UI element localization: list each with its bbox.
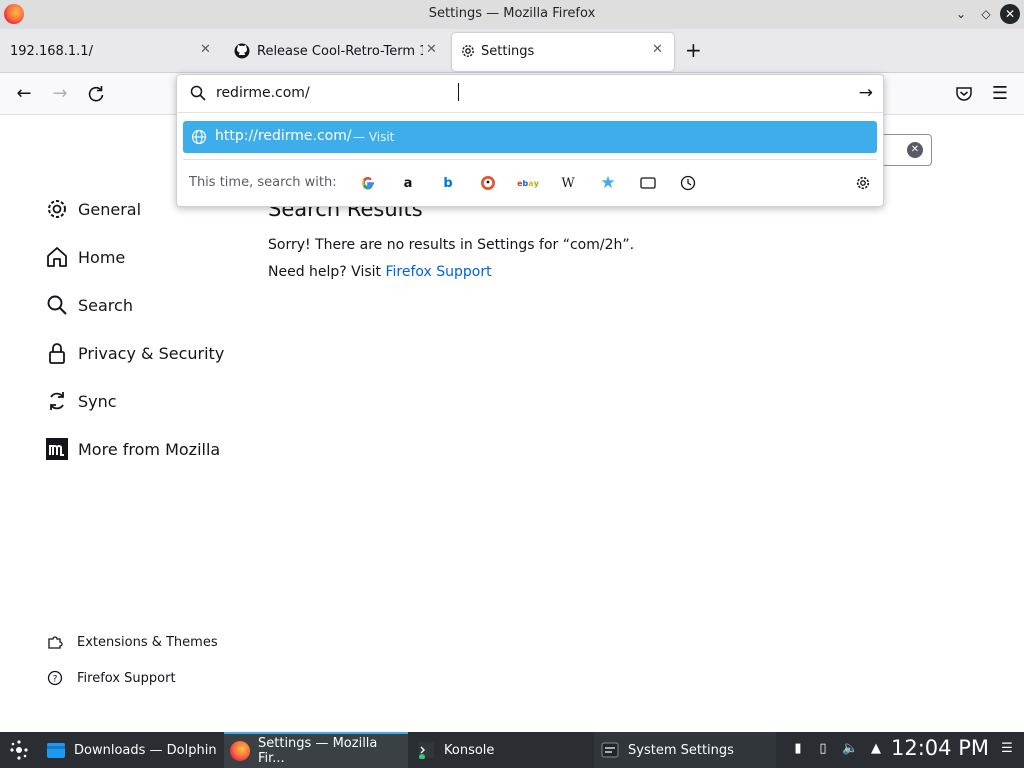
- urlbar-input[interactable]: redirme.com/: [216, 85, 310, 101]
- tab-label: Release Cool-Retro-Term 1: [257, 44, 423, 59]
- lock-icon: [44, 340, 70, 366]
- sidebar-item-home[interactable]: Home: [44, 242, 125, 272]
- clock[interactable]: 12:04 PM: [891, 736, 989, 760]
- reload-button[interactable]: [86, 84, 106, 104]
- sidebar-firefox-support[interactable]: ? Firefox Support: [46, 667, 176, 689]
- ebay-icon[interactable]: ebay: [517, 174, 539, 192]
- new-tab-button[interactable]: +: [685, 38, 702, 62]
- help-icon: ?: [46, 669, 64, 687]
- help-prefix: Need help? Visit: [268, 264, 386, 280]
- task-label: Settings — Mozilla Fir...: [258, 736, 378, 766]
- divider: [183, 159, 877, 160]
- tab-label: 192.168.1.1/: [10, 44, 93, 59]
- sync-icon: [44, 388, 70, 414]
- firefox-icon: [230, 741, 250, 761]
- tab-close-icon[interactable]: ✕: [200, 42, 211, 57]
- mozilla-icon: [44, 436, 70, 462]
- wikipedia-icon[interactable]: W: [559, 174, 577, 192]
- sidebar-item-label: Privacy & Security: [78, 343, 225, 363]
- suggestion-action: — Visit: [353, 130, 395, 144]
- terminal-icon: [416, 740, 436, 760]
- close-window-button[interactable]: ✕: [1000, 4, 1020, 24]
- sidebar-item-label: Home: [78, 247, 126, 267]
- text-cursor: [458, 83, 459, 101]
- maximize-icon[interactable]: ◇: [977, 5, 995, 23]
- tabs-icon[interactable]: [639, 174, 657, 192]
- tab-settings[interactable]: Settings ✕: [452, 33, 674, 71]
- sidebar-item-more-mozilla[interactable]: More from Mozilla: [44, 434, 220, 464]
- app-launcher-button[interactable]: [0, 732, 38, 768]
- window-title: Settings — Mozilla Firefox: [428, 6, 596, 21]
- sidebar-item-label: Sync: [78, 391, 117, 411]
- amazon-icon[interactable]: a: [399, 174, 417, 192]
- home-icon: [44, 244, 70, 270]
- url-suggestion-row[interactable]: http://redirme.com/ — Visit: [183, 121, 877, 153]
- sidebar-item-search[interactable]: Search: [44, 290, 133, 320]
- search-engines-label: This time, search with:: [189, 175, 337, 190]
- clear-search-icon[interactable]: ✕: [907, 142, 923, 158]
- help-message: Need help? Visit Firefox Support: [268, 264, 492, 280]
- urlbar-popup: redirme.com/ → http://redirme.com/ — Vis…: [176, 74, 884, 207]
- tab-strip: 192.168.1.1/ ✕ Release Cool-Retro-Term 1…: [0, 29, 1024, 73]
- sidebar-item-privacy[interactable]: Privacy & Security: [44, 338, 224, 368]
- search-icon: [44, 292, 70, 318]
- back-button[interactable]: ←: [13, 83, 35, 105]
- forward-button[interactable]: →: [49, 83, 71, 105]
- task-konsole[interactable]: Konsole: [410, 732, 590, 768]
- panel-menu-icon[interactable]: ☰: [999, 741, 1015, 759]
- kde-launcher-icon: [10, 740, 28, 760]
- minimize-icon[interactable]: ⌄: [952, 5, 970, 23]
- duckduckgo-icon[interactable]: [479, 174, 497, 192]
- svg-text:?: ?: [53, 675, 58, 685]
- google-icon[interactable]: [359, 174, 377, 192]
- tab-router[interactable]: 192.168.1.1/ ✕: [0, 33, 222, 71]
- window-titlebar: Settings — Mozilla Firefox ⌄ ◇ ✕: [0, 0, 1024, 29]
- suggestion-url: http://redirme.com/: [215, 128, 352, 144]
- task-label: Konsole: [444, 742, 495, 758]
- go-arrow-button[interactable]: →: [859, 83, 873, 103]
- puzzle-icon: [46, 633, 64, 651]
- sidebar-item-sync[interactable]: Sync: [44, 386, 117, 416]
- history-clock-icon[interactable]: [679, 174, 697, 192]
- taskbar: Downloads — Dolphin Settings — Mozilla F…: [0, 732, 1024, 768]
- tab-close-icon[interactable]: ✕: [426, 42, 437, 57]
- no-results-message: Sorry! There are no results in Settings …: [268, 237, 635, 253]
- sidebar-item-label: More from Mozilla: [78, 439, 221, 459]
- pocket-icon[interactable]: [955, 85, 973, 103]
- globe-icon: [191, 129, 207, 145]
- sidebar-item-label: General: [78, 199, 142, 219]
- task-firefox[interactable]: Settings — Mozilla Fir...: [224, 732, 408, 768]
- footer-item-label: Firefox Support: [77, 670, 176, 686]
- gear-icon: [44, 196, 70, 222]
- search-icon: [190, 85, 206, 101]
- firefox-support-link[interactable]: Firefox Support: [385, 264, 491, 280]
- gear-icon: [462, 45, 474, 57]
- tab-close-icon[interactable]: ✕: [652, 42, 663, 57]
- task-system-settings[interactable]: System Settings: [594, 732, 776, 768]
- tab-label: Settings: [481, 44, 535, 59]
- hamburger-menu-icon[interactable]: ☰: [989, 83, 1011, 105]
- bookmarks-star-icon[interactable]: ★: [599, 173, 617, 193]
- folder-icon: [46, 740, 66, 760]
- tab-github[interactable]: Release Cool-Retro-Term 1 ✕: [226, 33, 448, 71]
- task-label: System Settings: [628, 742, 734, 758]
- usb-device-icon[interactable]: ▮: [790, 741, 806, 759]
- bing-icon[interactable]: b: [439, 174, 457, 192]
- footer-item-label: Extensions & Themes: [77, 634, 218, 650]
- clipboard-icon[interactable]: ▯: [815, 741, 831, 759]
- sidebar-item-general[interactable]: General: [44, 194, 141, 224]
- volume-icon[interactable]: 🔈: [842, 741, 858, 759]
- sidebar-extensions-themes[interactable]: Extensions & Themes: [46, 631, 218, 653]
- urlbar-input-row[interactable]: redirme.com/ →: [177, 75, 883, 113]
- sidebar-item-label: Search: [78, 295, 133, 315]
- system-settings-icon: [600, 740, 620, 760]
- search-settings-gear-icon[interactable]: [854, 174, 872, 192]
- task-label: Downloads — Dolphin: [74, 742, 217, 758]
- github-icon: [234, 43, 250, 59]
- tray-expand-icon[interactable]: ▲: [868, 741, 884, 759]
- task-dolphin[interactable]: Downloads — Dolphin: [40, 732, 220, 768]
